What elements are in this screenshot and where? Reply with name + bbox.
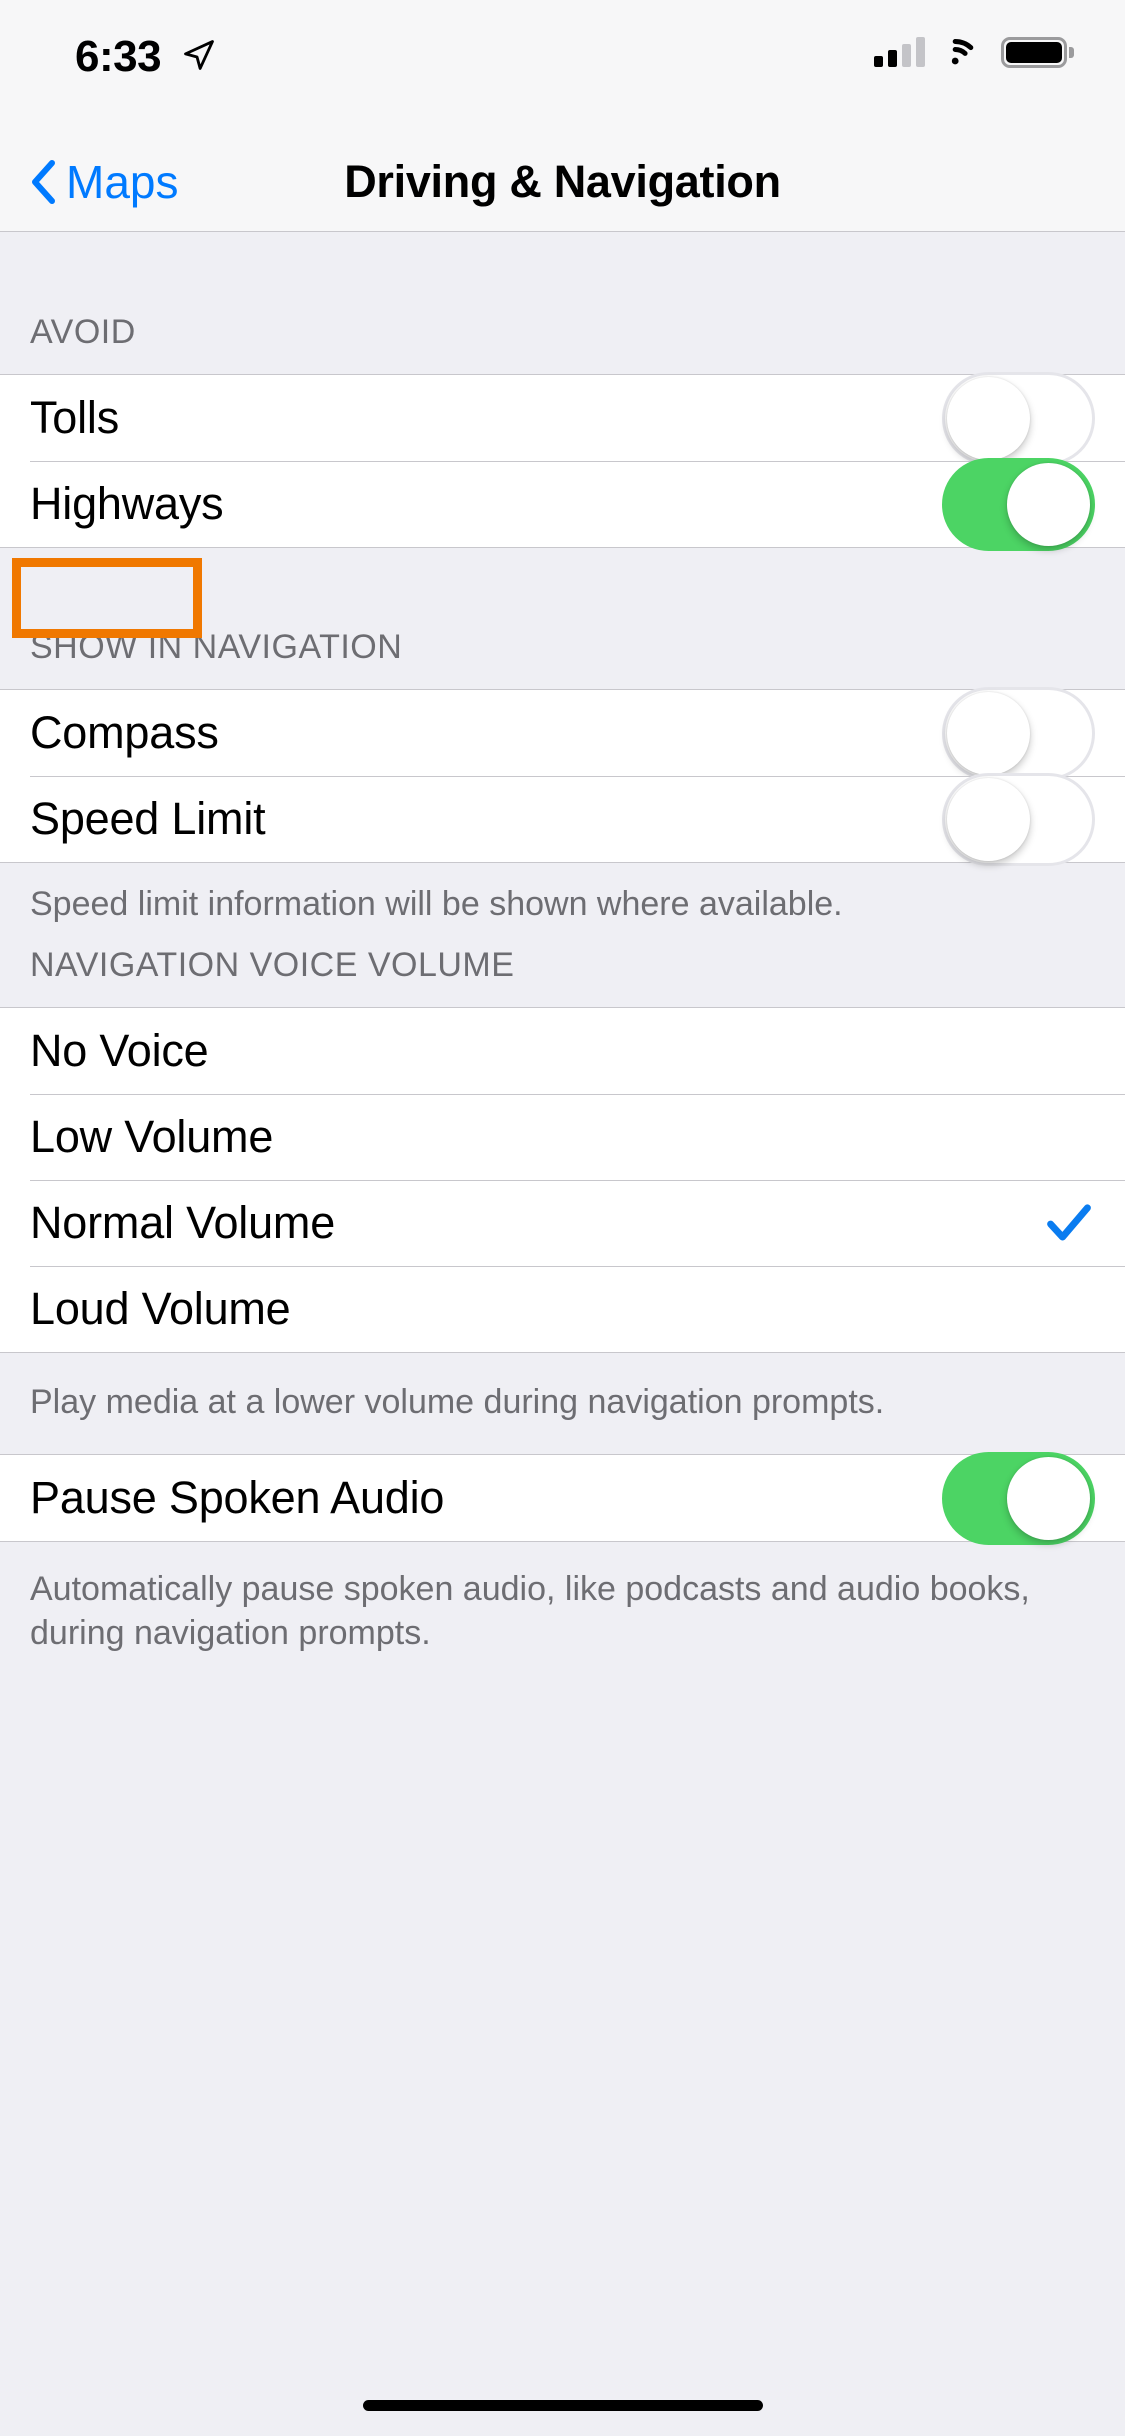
home-indicator — [362, 2400, 763, 2411]
section-header-show-in-navigation: SHOW IN NAVIGATION — [0, 628, 1125, 689]
row-label-low-volume: Low Volume — [30, 1110, 274, 1162]
section-header-avoid: AVOID — [0, 233, 1125, 374]
row-pause-spoken-audio[interactable]: Pause Spoken Audio — [0, 1451, 1125, 1545]
section-group-pause-spoken-audio: Pause Spoken Audio — [0, 1451, 1125, 1545]
section-spacer — [0, 548, 1125, 633]
row-label-pause-spoken-audio: Pause Spoken Audio — [30, 1472, 445, 1524]
status-bar-time: 6:33 — [75, 32, 162, 81]
status-bar: 6:33 — [0, 0, 1125, 132]
row-label-tolls: Tolls — [30, 392, 120, 443]
row-tolls[interactable]: Tolls — [0, 371, 1125, 465]
row-low-volume[interactable]: Low Volume — [0, 1093, 1125, 1180]
toggle-speed-limit[interactable] — [942, 772, 1095, 866]
row-label-highways: Highways — [30, 478, 224, 529]
row-label-no-voice: No Voice — [30, 1024, 209, 1076]
section-group-avoid: Tolls Highways — [0, 371, 1125, 551]
navigation-bar: Maps Driving & Navigation — [0, 132, 1125, 232]
location-arrow-icon — [184, 40, 214, 70]
wifi-icon — [951, 39, 974, 65]
status-bar-indicators — [874, 36, 1074, 68]
row-compass[interactable]: Compass — [0, 686, 1125, 780]
section-footer-play-media: Play media at a lower volume during navi… — [0, 1352, 1125, 1455]
row-speed-limit[interactable]: Speed Limit — [0, 772, 1125, 866]
row-label-loud-volume: Loud Volume — [30, 1282, 291, 1334]
cellular-signal-icon — [874, 37, 925, 67]
toggle-pause-spoken-audio[interactable] — [942, 1451, 1095, 1545]
battery-full-icon — [1001, 36, 1074, 68]
toggle-tolls[interactable] — [942, 371, 1095, 465]
section-group-show-in-navigation: Compass Speed Limit — [0, 686, 1125, 866]
section-header-navigation-voice-volume: NAVIGATION VOICE VOLUME — [0, 946, 1125, 1007]
section-footer-pause-spoken-audio: Automatically pause spoken audio, like p… — [0, 1542, 1125, 1680]
checkmark-icon — [1047, 1203, 1091, 1241]
page-title: Driving & Navigation — [344, 156, 781, 207]
row-label-speed-limit: Speed Limit — [30, 793, 266, 844]
row-loud-volume[interactable]: Loud Volume — [0, 1265, 1125, 1352]
row-highways[interactable]: Highways — [0, 457, 1125, 551]
row-normal-volume[interactable]: Normal Volume — [0, 1179, 1125, 1266]
iphone-settings-screen: 6:33 Maps Driving & Navigation AVOID Tol… — [0, 0, 1125, 2436]
row-no-voice[interactable]: No Voice — [0, 1007, 1125, 1094]
toggle-highways[interactable] — [942, 457, 1095, 551]
section-footer-speed-limit: Speed limit information will be shown wh… — [0, 863, 1125, 951]
toggle-compass[interactable] — [942, 686, 1095, 780]
settings-list: AVOID Tolls Highways SHOW IN NAVIGATION … — [0, 233, 1125, 2436]
row-label-normal-volume: Normal Volume — [30, 1196, 336, 1248]
section-group-navigation-voice-volume: No Voice Low Volume Normal Volume Loud V… — [0, 1006, 1125, 1353]
row-label-compass: Compass — [30, 707, 219, 758]
